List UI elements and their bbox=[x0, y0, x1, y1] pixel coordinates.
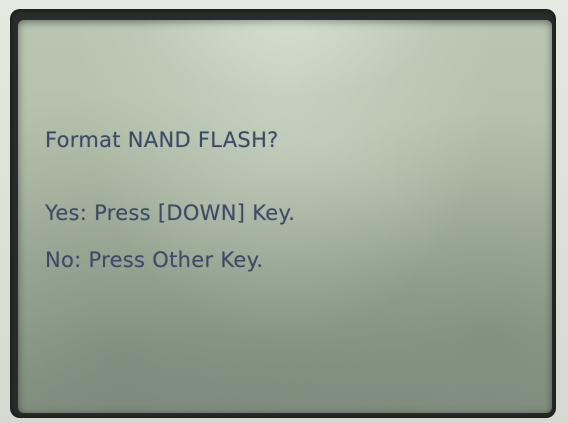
yes-instruction: Yes: Press [DOWN] Key. bbox=[45, 201, 296, 225]
lcd-screen: Format NAND FLASH? Yes: Press [DOWN] Key… bbox=[18, 20, 552, 413]
format-prompt: Format NAND FLASH? bbox=[45, 128, 279, 152]
screen-glare bbox=[138, 20, 438, 100]
no-instruction: No: Press Other Key. bbox=[45, 248, 264, 272]
